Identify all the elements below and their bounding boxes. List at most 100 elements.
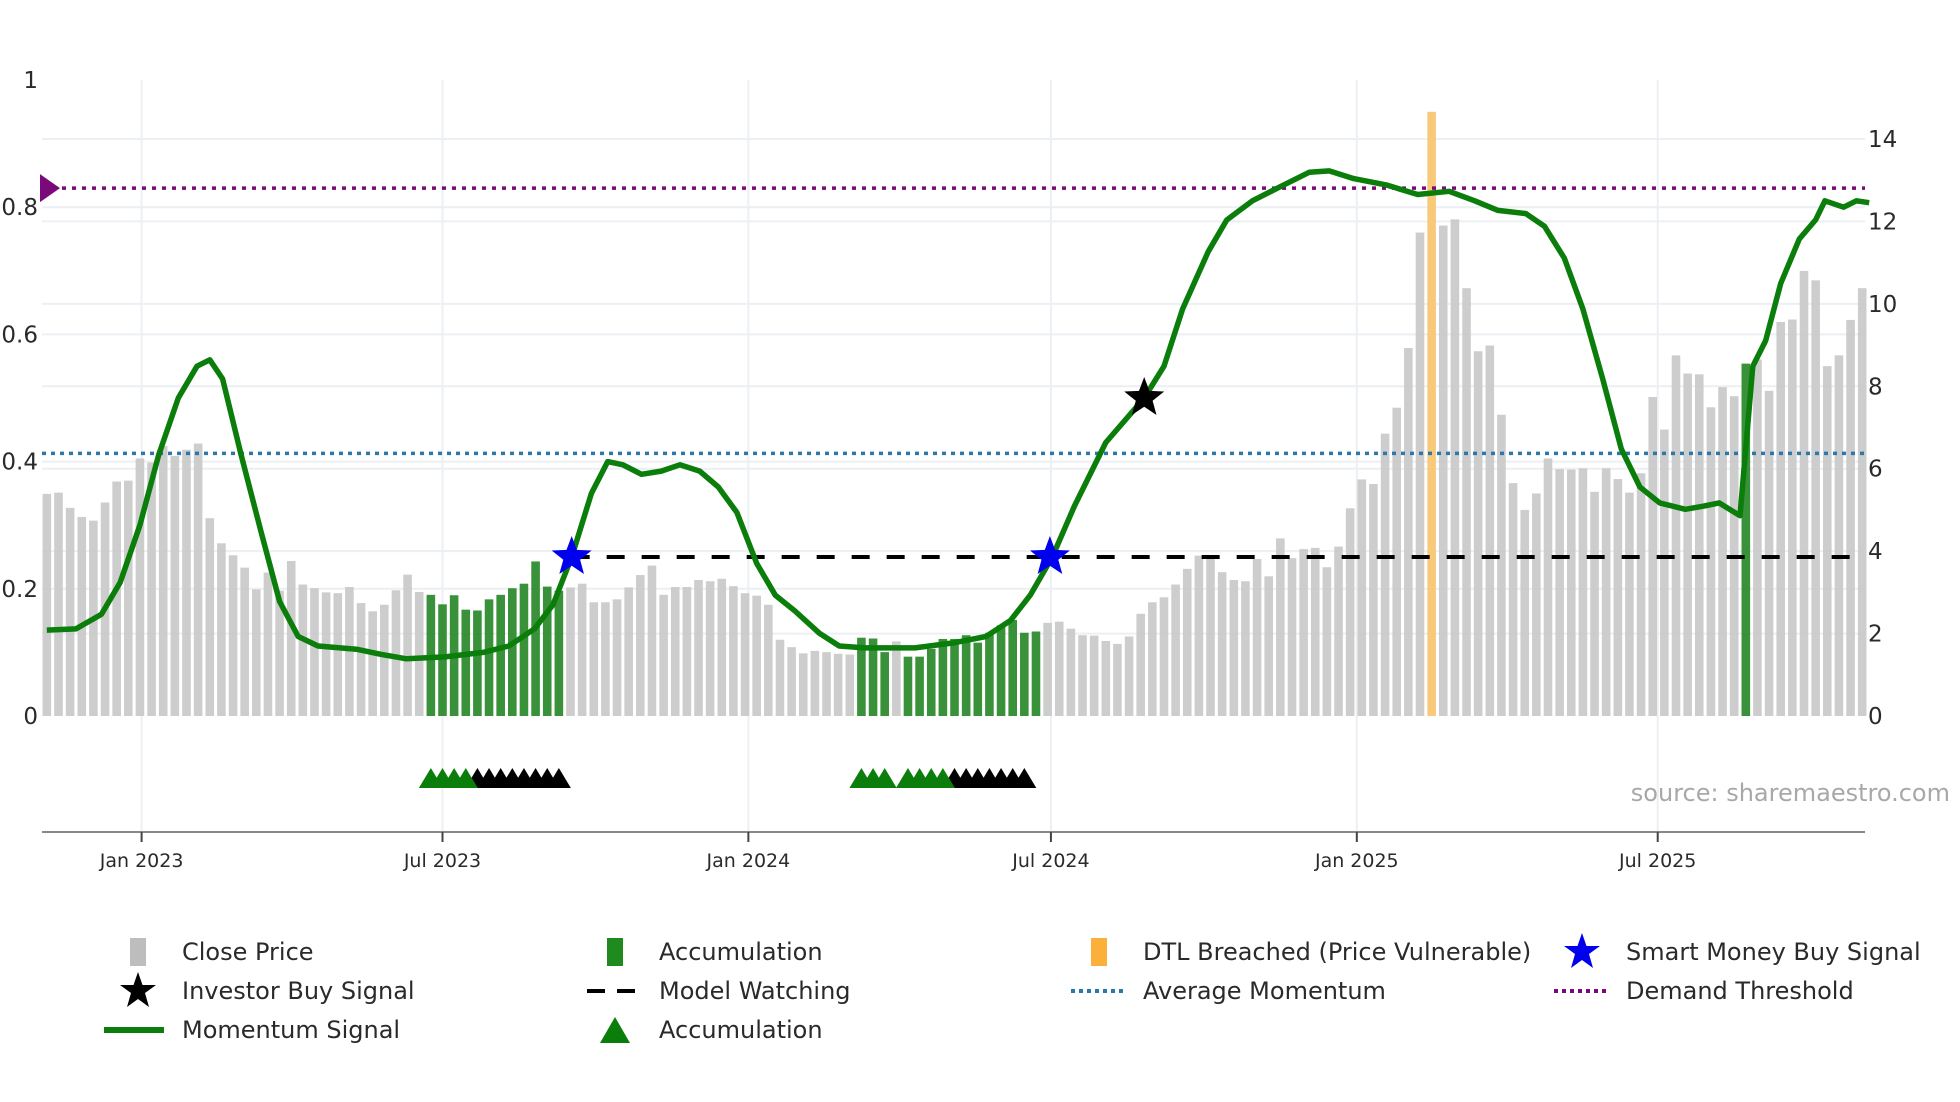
close-price-bar — [1776, 321, 1786, 716]
close-price-bar — [1648, 397, 1658, 716]
triangle-icon — [587, 1012, 643, 1048]
legend-accumulation-triangle[interactable]: Accumulation — [587, 1012, 823, 1048]
close-price-bar — [42, 493, 52, 716]
x-tick-label: Jan 2025 — [1314, 850, 1399, 872]
close-price-bar — [1625, 492, 1634, 716]
right-y-tick-label: 8 — [1868, 374, 1883, 400]
close-price-bar — [729, 586, 738, 716]
close-price-bar — [752, 595, 761, 716]
accumulation-bar — [508, 588, 517, 716]
right-y-tick-label: 6 — [1868, 457, 1883, 483]
legend-label: DTL Breached (Price Vulnerable) — [1143, 938, 1532, 966]
close-price-bar — [1113, 643, 1122, 716]
close-price-bar — [775, 639, 785, 716]
legend-label: Momentum Signal — [182, 1016, 401, 1044]
legend-dtl-breached[interactable]: DTL Breached (Price Vulnerable) — [1071, 934, 1531, 970]
close-price-bar — [1124, 636, 1134, 716]
accumulation-bar — [973, 642, 983, 716]
accumulation-bar — [903, 656, 913, 716]
close-price-bar — [1148, 602, 1157, 716]
accumulation-bar — [484, 599, 494, 716]
close-price-bar — [1811, 280, 1820, 716]
close-price-bar — [1497, 414, 1506, 716]
close-price-bar — [1310, 547, 1320, 716]
right-y-tick-label: 4 — [1868, 539, 1883, 565]
close-price-bar — [1532, 493, 1541, 716]
close-price-bar — [1846, 319, 1855, 716]
close-price-bar — [1264, 576, 1274, 716]
close-price-bar — [1089, 635, 1099, 716]
legend-average-momentum[interactable]: Average Momentum — [1071, 973, 1386, 1009]
legend-demand-threshold[interactable]: Demand Threshold — [1554, 973, 1854, 1009]
close-price-bar — [1438, 225, 1448, 717]
legend-close-price[interactable]: Close Price — [110, 934, 314, 970]
close-price-bar — [1206, 556, 1215, 716]
close-price-bar — [833, 653, 843, 716]
close-price-bar — [1171, 584, 1180, 716]
legend-model-watching[interactable]: Model Watching — [587, 973, 851, 1009]
close-price-bar — [333, 593, 343, 716]
legend-accumulation-bar[interactable]: Accumulation — [587, 934, 823, 970]
close-price-bar — [798, 653, 808, 716]
left-y-tick-label: 0.4 — [1, 450, 38, 476]
close-price-bar — [182, 449, 191, 716]
close-price-bar — [1043, 622, 1052, 716]
close-price-bar — [1182, 568, 1192, 716]
close-price-bar — [380, 604, 389, 716]
close-price-bar — [577, 583, 587, 716]
close-price-bar — [892, 641, 901, 716]
close-price-bar — [1462, 288, 1471, 716]
green-bar-icon — [587, 934, 643, 970]
legend-label: Model Watching — [659, 977, 851, 1005]
gray-bar-icon — [110, 934, 166, 970]
close-price-bar — [624, 587, 633, 716]
close-price-bar — [1194, 555, 1204, 716]
accumulation-bar — [531, 561, 540, 716]
close-price-bar — [310, 588, 319, 716]
close-price-bar — [787, 647, 796, 716]
accumulation-bar — [1020, 632, 1029, 716]
legend-smart-money-buy[interactable]: Smart Money Buy Signal — [1554, 933, 1921, 970]
close-price-bar — [1229, 579, 1239, 716]
close-price-bar — [1718, 387, 1727, 716]
close-price-bar — [636, 575, 645, 716]
accumulation-bar — [985, 632, 994, 716]
accumulation-bar — [461, 609, 471, 716]
close-price-bar — [54, 492, 63, 716]
close-price-bar — [612, 599, 622, 716]
close-price-bar — [1369, 483, 1378, 716]
close-price-bar — [810, 650, 820, 716]
close-price-bar — [135, 458, 145, 716]
accumulation-bar — [938, 638, 948, 716]
dotted-line-icon — [1554, 973, 1610, 1009]
close-price-bar — [682, 586, 692, 716]
accumulation-bar — [1008, 619, 1017, 716]
close-price-bar — [1322, 567, 1332, 716]
blue-star-icon — [1554, 933, 1610, 970]
close-price-bar — [670, 586, 680, 716]
legend-label: Accumulation — [659, 1016, 823, 1044]
legend-momentum-signal[interactable]: Momentum Signal — [102, 1012, 400, 1048]
left-y-tick-label: 0.8 — [1, 195, 38, 221]
close-price-bar — [1136, 613, 1146, 716]
dash-line-icon — [587, 973, 643, 1009]
investor-buy-star — [1124, 377, 1165, 415]
right-y-tick-label: 2 — [1868, 622, 1883, 648]
green-line-icon — [102, 1012, 166, 1048]
close-price-bar — [228, 555, 238, 716]
close-price-bar — [1636, 473, 1646, 716]
legend: Close Price Accumulation DTL Breached (P… — [0, 930, 1960, 1050]
left-y-tick-label: 1 — [23, 68, 38, 94]
close-price-bar — [1287, 558, 1297, 716]
close-price-bar — [1543, 458, 1553, 716]
close-price-bar — [124, 480, 133, 716]
source-label: source: sharemaestro.com — [1631, 779, 1950, 807]
legend-label: Demand Threshold — [1626, 977, 1854, 1005]
x-tick-label: Jan 2024 — [706, 850, 791, 872]
close-price-bar — [822, 652, 831, 716]
close-price-bar — [1822, 366, 1832, 716]
close-price-bar — [356, 603, 366, 716]
legend-investor-buy[interactable]: Investor Buy Signal — [110, 972, 415, 1009]
accumulation-bar — [554, 590, 564, 716]
close-price-bar — [240, 567, 249, 716]
